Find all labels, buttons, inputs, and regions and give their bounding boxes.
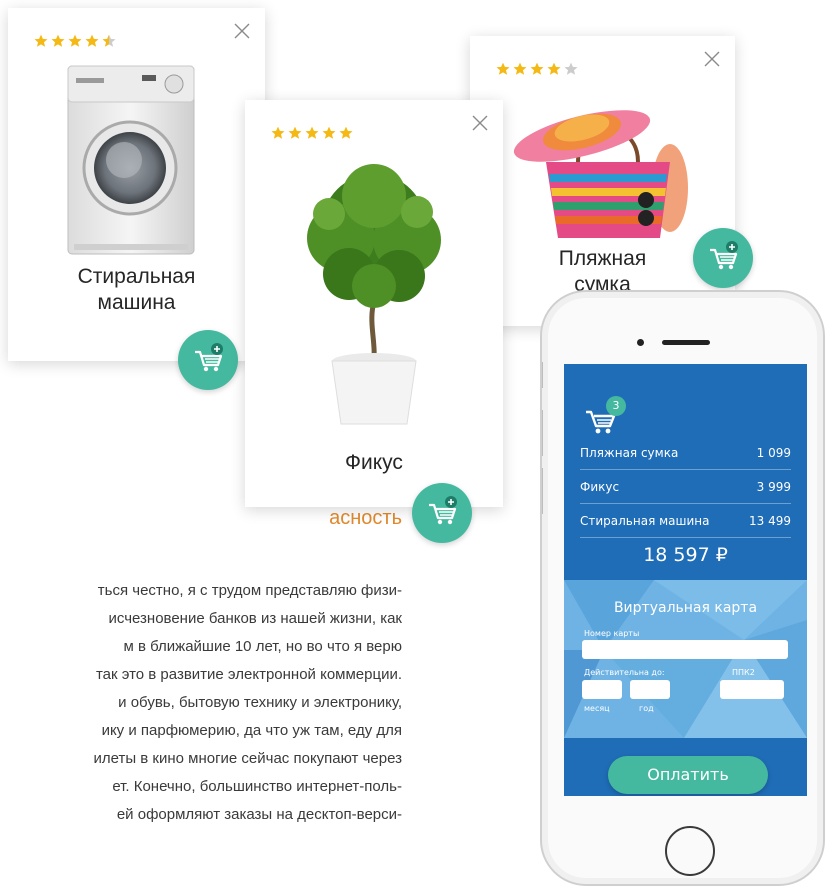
phone-mockup: 3 Пляжная сумка 1 099 Фикус 3 999 Стирал…: [540, 290, 825, 886]
article-title-line: асность: [329, 507, 402, 529]
article-line: ет. Конечно, большинство интернет-поль-: [112, 778, 402, 795]
cart-item-name: Пляжная сумка: [580, 445, 679, 460]
cart-item-row: Фикус 3 999: [580, 470, 791, 504]
cart-add-icon: [710, 241, 738, 270]
add-to-cart-button[interactable]: [178, 330, 238, 390]
cart-add-icon: [195, 343, 223, 372]
virtual-card-form: Виртуальная карта Номер карты Действител…: [564, 580, 807, 738]
add-to-cart-button[interactable]: [693, 228, 753, 288]
close-icon[interactable]: [233, 22, 251, 40]
article-line: м в ближайшие 10 лет, но во что я верю: [123, 638, 403, 655]
star-icon: [530, 62, 544, 75]
expiry-year-input[interactable]: [630, 680, 670, 699]
rating-stars: [271, 126, 353, 140]
cart-item-price: 3 999: [756, 479, 791, 494]
star-icon: [305, 126, 319, 139]
star-icon: [513, 62, 527, 75]
cvv-label: ППК2: [732, 668, 755, 677]
star-icon: [85, 34, 99, 47]
rating-stars: [496, 62, 578, 76]
star-icon: [564, 62, 578, 75]
star-icon: [322, 126, 336, 139]
cart-add-icon: [429, 496, 457, 525]
add-to-cart-button[interactable]: [412, 483, 472, 543]
cart-item-price: 1 099: [756, 445, 791, 460]
article-line: ику и парфюмерию, да что уж там, еду для: [101, 722, 402, 739]
article-line: илеты в кино многие сейчас покупают чере…: [93, 750, 402, 767]
star-icon: [102, 34, 116, 47]
star-icon: [51, 34, 65, 47]
star-icon: [271, 126, 285, 139]
expiry-month-input[interactable]: [582, 680, 622, 699]
product-name: Стиральная машина: [8, 264, 265, 316]
article-line: и обувь, бытовую технику и электронику,: [118, 694, 402, 711]
phone-home-button: [665, 826, 715, 876]
pay-button[interactable]: Оплатить: [608, 756, 768, 794]
virtual-card-title: Виртуальная карта: [613, 600, 758, 616]
phone-side-button: [542, 410, 543, 456]
cart-item-name: Фикус: [580, 479, 620, 494]
star-icon: [547, 62, 561, 75]
cart-item-row: Пляжная сумка 1 099: [580, 436, 791, 470]
close-icon[interactable]: [471, 114, 489, 132]
product-card-bag: Пляжная сумка: [470, 36, 753, 326]
ficus-image: [307, 164, 441, 425]
checkout-screen: 3 Пляжная сумка 1 099 Фикус 3 999 Стирал…: [564, 364, 807, 796]
article-line: ться честно, я с трудом представляю физи…: [97, 582, 402, 599]
valid-until-label: Действительна до:: [584, 668, 665, 677]
product-name-line: Фикус: [345, 451, 403, 474]
star-icon: [288, 126, 302, 139]
star-icon: [339, 126, 353, 139]
cvv-input[interactable]: [720, 680, 784, 699]
product-name-line: машина: [97, 291, 176, 314]
cart-item-name: Стиральная машина: [580, 513, 710, 528]
washing-machine-image: [67, 65, 195, 255]
cart-item-row: Стиральная машина 13 499: [580, 504, 791, 538]
product-card-ficus: Фикус: [245, 100, 503, 543]
phone-speaker: [662, 340, 710, 345]
article-line: исчезновение банков из нашей жизни, как: [108, 610, 403, 627]
card-number-input[interactable]: [582, 640, 788, 659]
article-line: так это в развитие электронной коммерции…: [95, 666, 402, 683]
article-line: ей оформляют заказы на десктоп-верси-: [116, 806, 402, 823]
product-name-line: Стиральная: [77, 265, 196, 288]
phone-side-button: [542, 468, 543, 514]
article-body: ться честно, я с трудом представляю физи…: [0, 577, 402, 829]
year-label: год: [639, 704, 654, 713]
cart-item-price: 13 499: [749, 513, 791, 528]
order-total: 18 597 ₽: [643, 544, 728, 566]
star-icon: [68, 34, 82, 47]
star-icon: [34, 34, 48, 47]
beach-bag-image: [513, 110, 688, 238]
phone-side-button: [542, 362, 543, 388]
product-card-washer: Стиральная машина: [8, 8, 265, 390]
month-label: месяц: [584, 704, 610, 713]
close-icon[interactable]: [703, 50, 721, 68]
cart-count-badge: 3: [606, 396, 626, 416]
rating-stars: [34, 34, 116, 48]
phone-camera: [637, 339, 644, 346]
article: ронная асность ться честно, я с трудом п…: [0, 472, 410, 886]
card-number-label: Номер карты: [584, 629, 640, 638]
star-icon: [496, 62, 510, 75]
product-name: Фикус: [245, 450, 503, 476]
